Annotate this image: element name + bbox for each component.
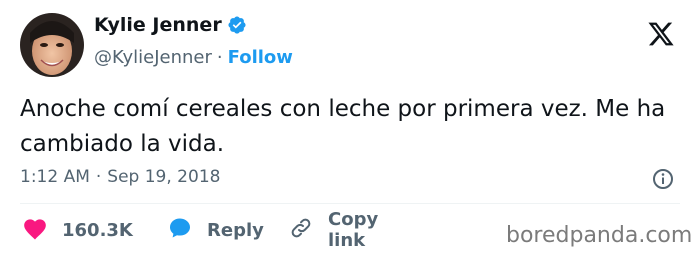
verified-badge-icon [227, 15, 247, 35]
info-icon[interactable] [651, 167, 675, 191]
separator: · [95, 167, 102, 187]
tweet-date[interactable]: Sep 19, 2018 [107, 167, 220, 187]
tweet-text: Anoche comí cereales con leche por prime… [20, 96, 666, 157]
tweet-meta: 1:12 AM · Sep 19, 2018 [20, 167, 220, 187]
author-handle-row: @KylieJenner · Follow [94, 47, 293, 68]
author-handle[interactable]: @KylieJenner [94, 47, 212, 68]
follow-button[interactable]: Follow [228, 47, 293, 68]
author-name[interactable]: Kylie Jenner [94, 14, 222, 36]
like-count: 160.3K [62, 219, 133, 241]
divider [20, 203, 680, 204]
reply-bubble-icon [167, 216, 193, 244]
copy-link-button[interactable]: Copy link [288, 209, 378, 251]
tweet-card: Kylie Jenner @KylieJenner · Follow Anoch… [0, 0, 700, 256]
link-icon [288, 216, 314, 244]
reply-label: Reply [207, 219, 264, 241]
separator: · [216, 47, 223, 68]
tweet-time[interactable]: 1:12 AM [20, 167, 90, 187]
watermark: boredpanda.com [506, 223, 693, 248]
author-name-row: Kylie Jenner [94, 14, 247, 36]
reply-button[interactable]: Reply [167, 216, 264, 244]
x-logo-icon[interactable] [647, 20, 675, 48]
heart-icon [22, 216, 48, 244]
copy-link-label: Copy link [328, 209, 379, 251]
like-button[interactable]: 160.3K [22, 216, 133, 244]
avatar[interactable] [20, 13, 84, 77]
